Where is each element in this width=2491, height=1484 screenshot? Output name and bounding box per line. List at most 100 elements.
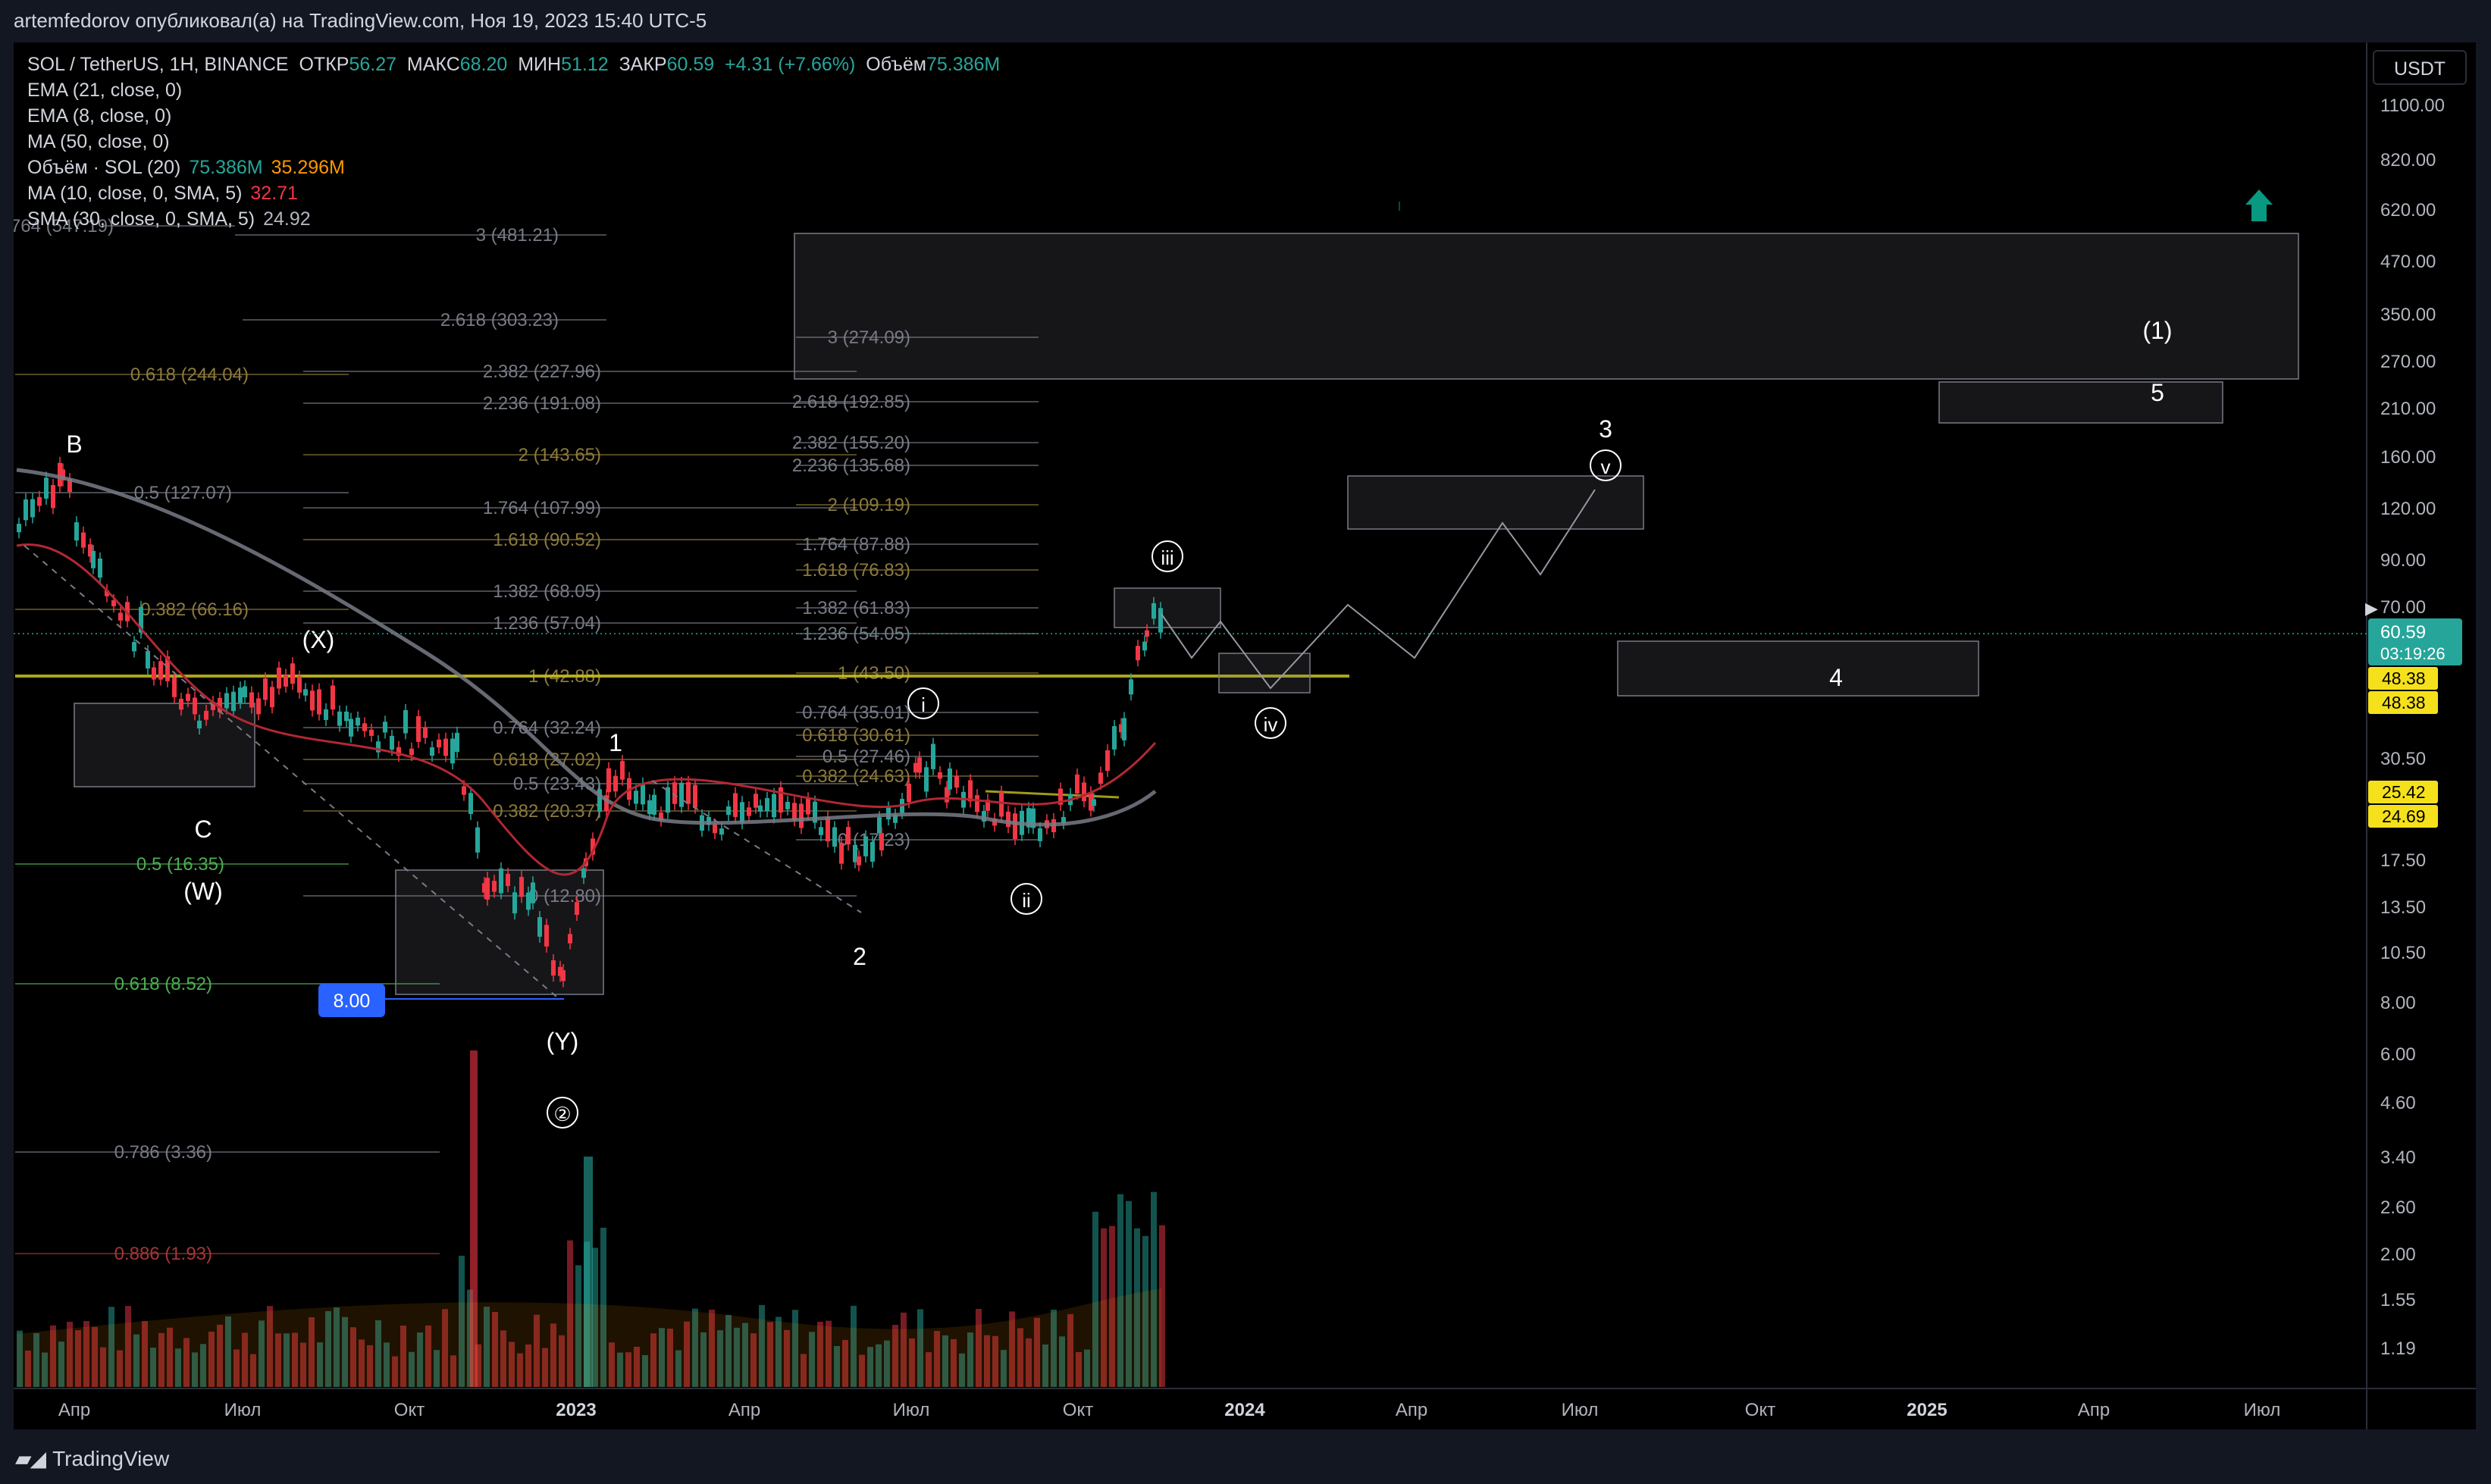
fib-level-label: 1.382 (68.05) (493, 581, 601, 602)
candle-body (284, 675, 288, 687)
fib-level-label: 1.382 (61.83) (802, 598, 910, 618)
fib-level-label: 0.5 (16.35) (136, 854, 224, 875)
fib-level-label: 1.236 (57.04) (493, 613, 601, 634)
symbol-legend-row[interactable]: SOL / TetherUS, 1H, BINANCE ОТКР56.27 МА… (27, 52, 1000, 77)
candle-body (256, 698, 261, 715)
tradingview-brand[interactable]: ▰◢ TradingView (15, 1446, 169, 1471)
fib-level-label: 2.618 (192.85) (792, 392, 910, 412)
candle-body (1112, 726, 1117, 750)
fib-level-label: 0.5 (27.46) (822, 747, 910, 767)
wave-label: v (1601, 456, 1611, 478)
candle-body (1129, 679, 1133, 695)
candle-body (492, 881, 497, 892)
candle-body (146, 651, 150, 668)
candle-body (999, 791, 1004, 817)
target-boxes-layer (74, 233, 2299, 995)
candle-body (613, 775, 618, 792)
candle-body (51, 484, 55, 509)
candle-body (390, 735, 394, 750)
candle-body (1152, 603, 1156, 619)
candle-body (879, 833, 884, 850)
price-tick-label: 4.60 (2380, 1093, 2416, 1113)
ma10-label: MA (10, close, 0, SMA, 5) (27, 183, 243, 204)
time-tick-label: Июл (2244, 1400, 2281, 1420)
price-tick-label: 90.00 (2380, 550, 2426, 571)
candle-body (857, 856, 861, 866)
chart-area[interactable]: 0.764 (547.19)3 (481.21)2.618 (303.23)3 … (14, 42, 2476, 1429)
candle-body (733, 793, 738, 817)
candle-body (362, 723, 367, 731)
legend-ema21[interactable]: EMA (21, close, 0) (27, 77, 1000, 103)
wave-label: 5 (2151, 379, 2164, 406)
legend-volume-indicator[interactable]: Объём · SOL (20) 75.386M 35.296M (27, 155, 1000, 180)
sma30-label: SMA (30, close, 0, SMA, 5) (27, 208, 255, 230)
wave-label: i (921, 693, 926, 716)
price-tick-label: 2.00 (2380, 1244, 2416, 1265)
target-zone-box (74, 703, 255, 787)
fib-level-label: 2.382 (155.20) (792, 433, 910, 453)
chart-canvas[interactable]: 0.764 (547.19)3 (481.21)2.618 (303.23)3 … (14, 42, 2476, 1429)
price-tick-label: 6.00 (2380, 1044, 2416, 1065)
candle-body (948, 769, 952, 790)
candle-body (158, 661, 163, 680)
fib-level-label: 0.618 (30.61) (802, 725, 910, 746)
open-value: 56.27 (349, 54, 397, 75)
time-tick-label: Июл (893, 1400, 930, 1420)
price-tick-label: 1.19 (2380, 1338, 2416, 1359)
currency-selector[interactable]: USDT (2373, 50, 2467, 85)
fib-level-label: 0.886 (1.93) (114, 1244, 212, 1264)
time-tick-label: 2024 (1224, 1400, 1265, 1420)
candle-body (430, 747, 434, 756)
candle-body (634, 791, 638, 804)
target-zone-box (1347, 475, 1644, 530)
candle-body (1158, 608, 1163, 633)
wave-label: 4 (1829, 664, 1843, 691)
candle-body (91, 550, 96, 568)
sma30-value: 24.92 (263, 208, 311, 230)
legend-ema8[interactable]: EMA (8, close, 0) (27, 103, 1000, 129)
candle-body (740, 802, 744, 824)
candle-body (544, 925, 549, 947)
candle-body (179, 698, 183, 710)
tradingview-logo-icon: ▰◢ (15, 1447, 46, 1470)
fib-level-label: 0.764 (35.01) (802, 703, 910, 723)
publish-info: artemfedorov опубликовал(а) на TradingVi… (14, 9, 707, 32)
close-label: ЗАКР (619, 54, 667, 75)
candle-body (519, 877, 524, 897)
candle-body (870, 841, 875, 862)
fib-level-label: 2 (143.65) (519, 445, 601, 465)
open-label: ОТКР (299, 54, 349, 75)
fib-level-label: 2 (109.19) (828, 495, 910, 515)
legend-ma50[interactable]: MA (50, close, 0) (27, 129, 1000, 155)
candle-body (652, 794, 656, 815)
candle-body (551, 960, 556, 976)
candle-body (317, 689, 321, 715)
candle-body (754, 794, 758, 808)
candle-body (686, 781, 691, 804)
change-value: +4.31 (+7.66%) (725, 54, 856, 75)
candle-body (186, 693, 190, 701)
volume-layer (17, 1050, 1165, 1387)
candle-body (568, 934, 572, 944)
candle-body (455, 732, 459, 753)
price-tick-label: 160.00 (2380, 447, 2436, 468)
fib-level-label: 0.618 (244.04) (130, 365, 249, 385)
candle-body (369, 729, 374, 736)
time-tick-label: Апр (2078, 1400, 2110, 1420)
candle-body (74, 522, 79, 541)
candle-body (1038, 828, 1042, 841)
legend-sma30[interactable]: SMA (30, close, 0, SMA, 5) 24.92 (27, 206, 1000, 232)
symbol-name[interactable]: SOL / TetherUS, 1H, BINANCE (27, 54, 289, 75)
candle-body (344, 711, 349, 722)
wave-label: (1) (2142, 317, 2172, 344)
legend-ma10[interactable]: MA (10, close, 0, SMA, 5) 32.71 (27, 180, 1000, 206)
candle-body (968, 780, 973, 802)
price-tick-label: 8.00 (2380, 993, 2416, 1013)
candle-body (1142, 641, 1147, 651)
volume-label: Объём (866, 54, 926, 75)
candle-body (839, 842, 844, 864)
candle-body (193, 697, 197, 715)
candle-body (758, 805, 763, 812)
candle-body (785, 802, 790, 809)
candle-body (1136, 646, 1140, 661)
